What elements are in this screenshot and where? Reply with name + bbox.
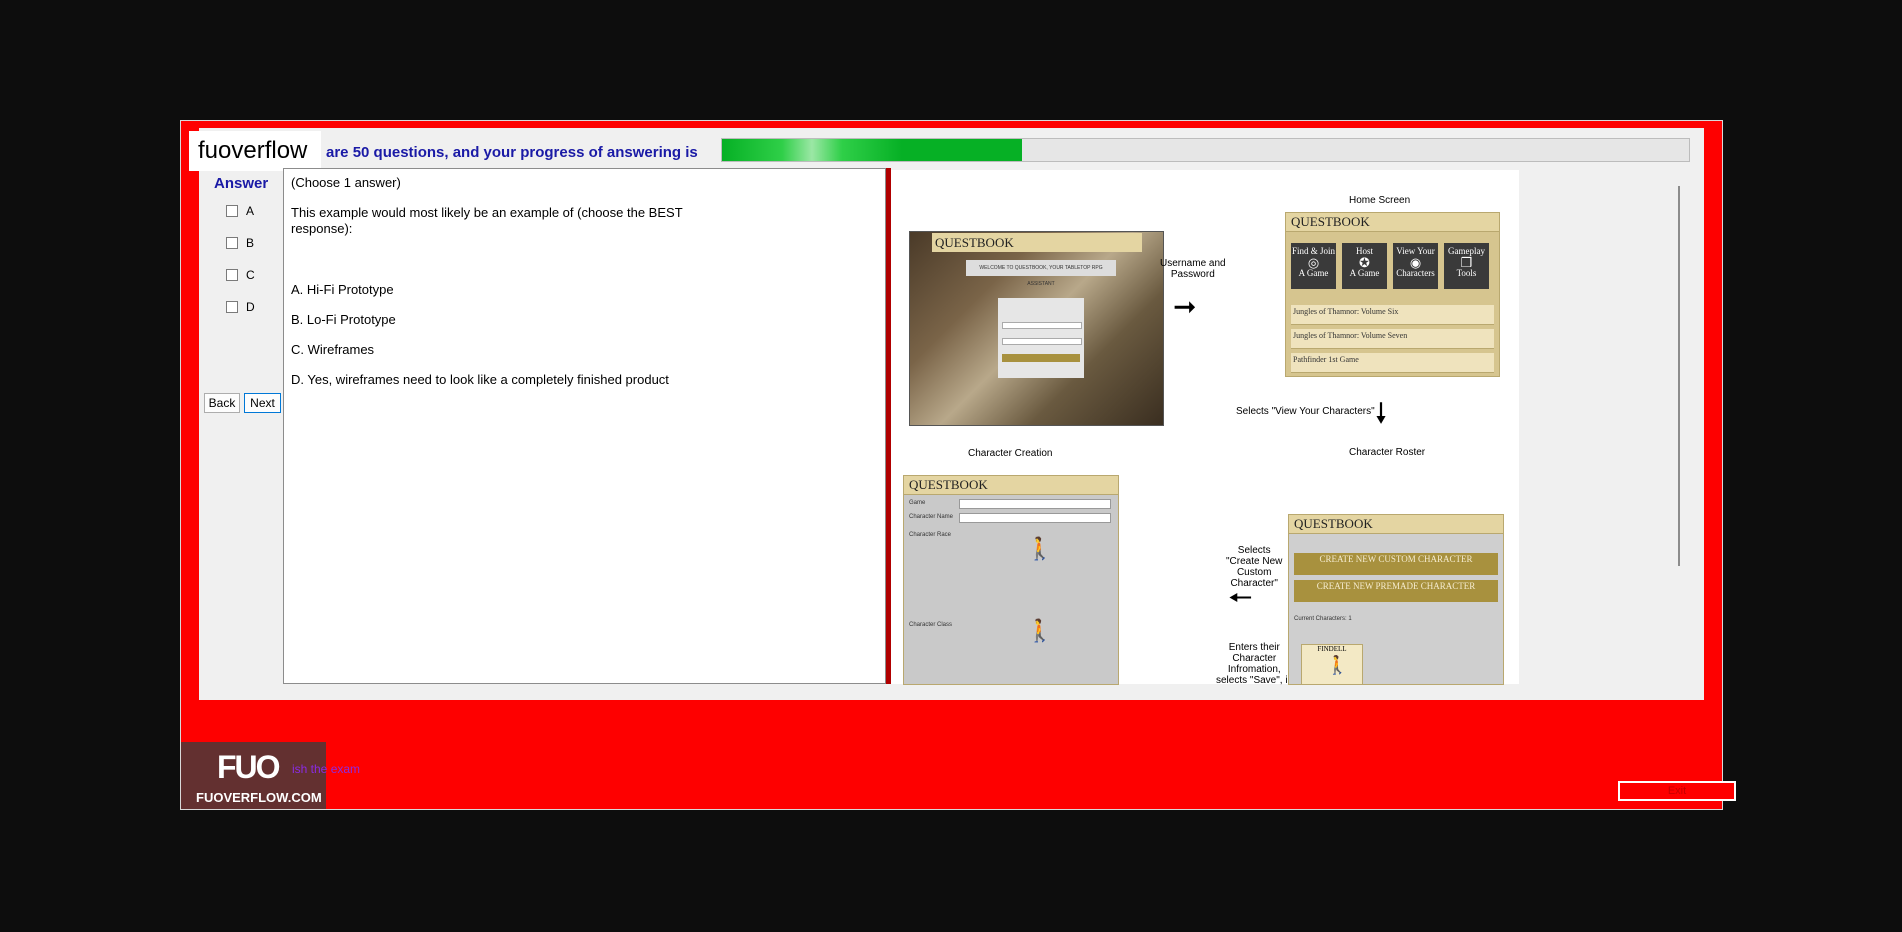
watermark-url: FUOVERFLOW.COM xyxy=(196,790,322,805)
home-logo: QUESTBOOK xyxy=(1286,213,1499,232)
login-logo: QUESTBOOK xyxy=(932,233,1142,252)
checkbox-a[interactable] xyxy=(226,205,238,217)
back-button[interactable]: Back xyxy=(204,393,240,413)
character-card: FINDELL 🚶 xyxy=(1301,644,1363,684)
next-button[interactable]: Next xyxy=(244,393,281,413)
question-instruction: (Choose 1 answer) xyxy=(291,175,401,190)
home-row: Pathfinder 1st Game xyxy=(1291,353,1494,373)
create-custom-button: CREATE NEW CUSTOM CHARACTER xyxy=(1294,553,1498,575)
enters-info-caption: Enters their Character Infromation, sele… xyxy=(1216,642,1293,686)
roster-logo: QUESTBOOK xyxy=(1289,515,1503,534)
question-stem-line2: response): xyxy=(291,221,353,236)
person-icon: 🚶 xyxy=(1326,655,1349,675)
character-creation-caption: Character Creation xyxy=(968,448,1053,459)
selects-view-caption: Selects "View Your Characters" xyxy=(1236,406,1375,417)
login-form xyxy=(998,298,1084,378)
left-arrow-icon: 🠔 xyxy=(1228,582,1253,613)
tile-host: Host ✪ A Game xyxy=(1342,243,1387,289)
question-panel: (Choose 1 answer) This example would mos… xyxy=(283,168,886,684)
checkbox-c[interactable] xyxy=(226,269,238,281)
tile-view-characters: View Your ◉ Characters xyxy=(1393,243,1438,289)
creation-logo: QUESTBOOK xyxy=(904,476,1118,495)
choice-b: B. Lo-Fi Prototype xyxy=(291,312,396,327)
choice-d: D. Yes, wireframes need to look like a c… xyxy=(291,372,669,387)
character-roster-mockup: QUESTBOOK CREATE NEW CUSTOM CHARACTER CR… xyxy=(1288,514,1504,685)
tile-find-join: Find & Join ◎ A Game xyxy=(1291,243,1336,289)
username-caption: Username and Password xyxy=(1160,258,1226,280)
checkbox-b[interactable] xyxy=(226,237,238,249)
person-icon: 🚶 xyxy=(1026,618,1054,643)
tile-gameplay-tools: Gameplay ❒ Tools xyxy=(1444,243,1489,289)
option-b[interactable]: B xyxy=(226,235,254,251)
progress-text: are 50 questions, and your progress of a… xyxy=(326,144,698,161)
choice-a: A. Hi-Fi Prototype xyxy=(291,282,394,297)
question-stem-line1: This example would most likely be an exa… xyxy=(291,205,683,220)
option-label: C xyxy=(246,268,255,282)
exit-button[interactable]: Exit xyxy=(1618,781,1736,801)
option-c[interactable]: C xyxy=(226,267,255,283)
home-row: Jungles of Thamnor: Volume Six xyxy=(1291,305,1494,325)
option-d[interactable]: D xyxy=(226,299,255,315)
right-arrow-icon: ➞ xyxy=(1173,291,1197,322)
home-screen-mockup: QUESTBOOK Find & Join ◎ A Game Host ✪ A Game… xyxy=(1285,212,1500,377)
create-premade-button: CREATE NEW PREMADE CHARACTER xyxy=(1294,580,1498,602)
character-roster-caption: Character Roster xyxy=(1349,447,1426,458)
figure-side-area xyxy=(1519,170,1687,684)
vertical-scrollbar[interactable] xyxy=(1678,186,1680,566)
down-arrow-icon: 🠗 xyxy=(1375,398,1388,429)
progress-bar xyxy=(721,138,1690,162)
login-screen-image: QUESTBOOK WELCOME TO QUESTBOOK, YOUR TAB… xyxy=(909,231,1164,426)
progress-fill xyxy=(722,139,1022,161)
character-creation-mockup: QUESTBOOK Game Character Name Character … xyxy=(903,475,1119,685)
brand-label: fuoverflow xyxy=(189,131,321,171)
watermark-main: FUO xyxy=(217,749,281,785)
option-label: A xyxy=(246,204,255,218)
finish-exam-link[interactable]: ish the exam xyxy=(292,762,360,776)
home-screen-caption: Home Screen xyxy=(1349,195,1411,206)
option-label: B xyxy=(246,236,255,250)
welcome-banner: WELCOME TO QUESTBOOK, YOUR TABLETOP RPG … xyxy=(966,260,1116,287)
choice-c: C. Wireframes xyxy=(291,342,375,357)
answer-title: Answer xyxy=(214,175,269,192)
option-label: D xyxy=(246,300,255,314)
option-a[interactable]: A xyxy=(226,203,254,219)
current-characters: Current Characters: 1 xyxy=(1294,616,1352,622)
person-icon: 🚶 xyxy=(1026,536,1054,561)
home-row: Jungles of Thamnor: Volume Seven xyxy=(1291,329,1494,349)
checkbox-d[interactable] xyxy=(226,301,238,313)
